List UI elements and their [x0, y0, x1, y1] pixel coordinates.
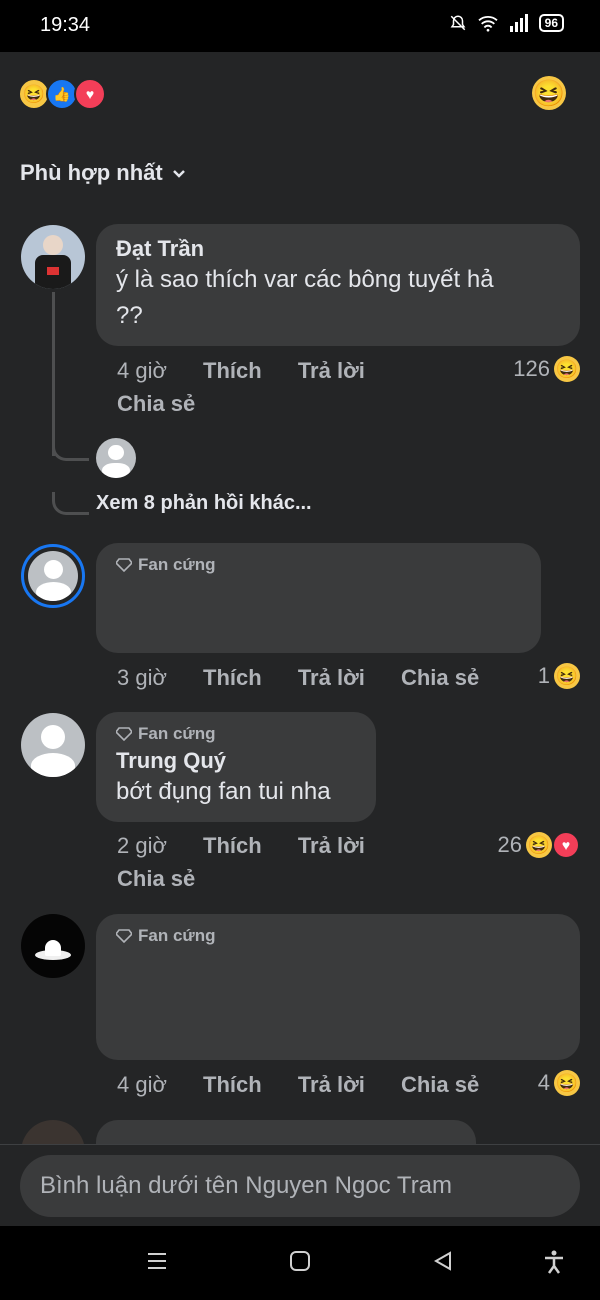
thread-line — [52, 492, 89, 515]
home-icon[interactable] — [289, 1250, 311, 1272]
comment-actions: 4 giờ Thích Trả lời — [117, 358, 365, 384]
comment-time: 4 giờ — [117, 358, 167, 383]
menu-icon[interactable] — [146, 1250, 168, 1272]
haha-icon[interactable]: 😆 — [532, 76, 566, 110]
reaction-number: 4 — [537, 1070, 550, 1095]
reaction-number: 126 — [513, 356, 550, 381]
haha-icon: 😆 — [526, 832, 552, 858]
battery-icon: 96 — [538, 14, 564, 32]
reply-link[interactable]: Trả lời — [298, 665, 365, 690]
diamond-icon — [116, 929, 132, 943]
sort-dropdown[interactable]: Phù hợp nhất — [20, 160, 187, 186]
fan-badge: Fan cứng — [116, 555, 521, 575]
reaction-number: 26 — [497, 832, 522, 857]
like-link[interactable]: Thích — [203, 358, 262, 383]
share-link[interactable]: Chia sẻ — [401, 1072, 479, 1097]
wifi-icon — [478, 16, 498, 32]
comment-bubble: Fan cứng Trung Quý bớt đụng fan tui nha — [96, 712, 376, 822]
avatar-body — [102, 462, 130, 478]
badge-label: Fan cứng — [138, 926, 216, 945]
avatar-body — [30, 752, 76, 777]
avatar-head — [40, 724, 66, 749]
haha-icon: 😆 — [554, 1070, 580, 1096]
share-link[interactable]: Chia sẻ — [117, 391, 195, 417]
share-link[interactable]: Chia sẻ — [117, 866, 195, 892]
avatar[interactable] — [96, 438, 136, 478]
avatar[interactable] — [21, 225, 85, 289]
comment-text: bớt đụng fan tui nha — [116, 778, 331, 805]
thread-line — [52, 440, 89, 461]
diamond-icon — [116, 558, 132, 572]
avatar-head — [43, 560, 63, 579]
reaction-summary[interactable]: 😆 👍 ♥ — [18, 78, 106, 110]
comment-text: ý là sao thích var các bông tuyết hả ?? — [116, 266, 494, 329]
love-icon: ♥ — [552, 831, 580, 859]
avatar[interactable] — [21, 914, 85, 978]
diamond-icon — [116, 727, 132, 741]
avatar[interactable] — [21, 713, 85, 777]
status-bar: 19:34 96 — [0, 0, 600, 52]
like-link[interactable]: Thích — [203, 833, 262, 858]
view-more-replies[interactable]: Xem 8 phản hồi khác... — [96, 492, 312, 515]
haha-icon: 😆 — [554, 356, 580, 382]
chevron-down-icon — [172, 170, 185, 178]
comment-bubble: Fan cứng — [96, 543, 541, 653]
share-label: Chia sẻ — [117, 866, 196, 891]
comment-actions: 3 giờ Thích Trả lời Chia sẻ — [117, 665, 479, 691]
reaction-count[interactable]: 4 😆 — [538, 1070, 580, 1096]
badge-label: Fan cứng — [138, 724, 216, 743]
like-link[interactable]: Thích — [203, 665, 262, 690]
comment-bubble: Đạt Trần ý là sao thích var các bông tuy… — [96, 224, 580, 346]
sort-label: Phù hợp nhất — [20, 160, 163, 185]
avatar[interactable] — [21, 544, 85, 608]
fan-badge: Fan cứng — [116, 926, 560, 946]
reaction-number: 1 — [537, 663, 550, 688]
like-link[interactable]: Thích — [203, 1072, 262, 1097]
commenter-name[interactable]: Đạt Trần — [116, 236, 560, 262]
avatar-body — [35, 582, 71, 601]
status-time: 19:34 — [40, 14, 91, 36]
status-icons: 96 — [449, 14, 564, 32]
avatar-head — [108, 445, 124, 461]
share-link[interactable]: Chia sẻ — [401, 665, 479, 690]
badge-label: Fan cứng — [138, 555, 216, 574]
comment-actions: 4 giờ Thích Trả lời Chia sẻ — [117, 1072, 479, 1098]
reply-link[interactable]: Trả lời — [298, 1072, 365, 1097]
reaction-count[interactable]: 126 😆 — [513, 356, 580, 382]
reaction-count[interactable]: 26 😆 ♥ — [498, 831, 580, 859]
comment-actions: 2 giờ Thích Trả lời — [117, 833, 365, 859]
reply-link[interactable]: Trả lời — [298, 358, 365, 383]
haha-icon: 😆 — [554, 663, 580, 689]
bell-off-icon — [450, 15, 466, 31]
comment-input-placeholder: Bình luận dưới tên Nguyen Ngoc Tram — [40, 1172, 453, 1199]
back-icon[interactable] — [432, 1250, 454, 1272]
reaction-count[interactable]: 1 😆 — [538, 663, 580, 689]
comment-time: 4 giờ — [117, 1072, 167, 1097]
accessibility-icon[interactable] — [543, 1250, 565, 1274]
share-label: Chia sẻ — [117, 391, 196, 416]
system-nav-bar — [0, 1226, 600, 1300]
commenter-name[interactable]: Trung Quý — [116, 748, 356, 774]
comment-input[interactable]: Bình luận dưới tên Nguyen Ngoc Tram — [20, 1155, 580, 1217]
comment-composer: Bình luận dưới tên Nguyen Ngoc Tram — [0, 1144, 600, 1227]
comment-time: 3 giờ — [117, 665, 167, 690]
signal-icon — [509, 14, 528, 32]
fan-badge: Fan cứng — [116, 724, 356, 744]
love-icon: ♥ — [74, 78, 106, 110]
reply-link[interactable]: Trả lời — [298, 833, 365, 858]
thread-line — [52, 292, 55, 456]
comment-time: 2 giờ — [117, 833, 167, 858]
comment-bubble: Fan cứng — [96, 914, 580, 1060]
